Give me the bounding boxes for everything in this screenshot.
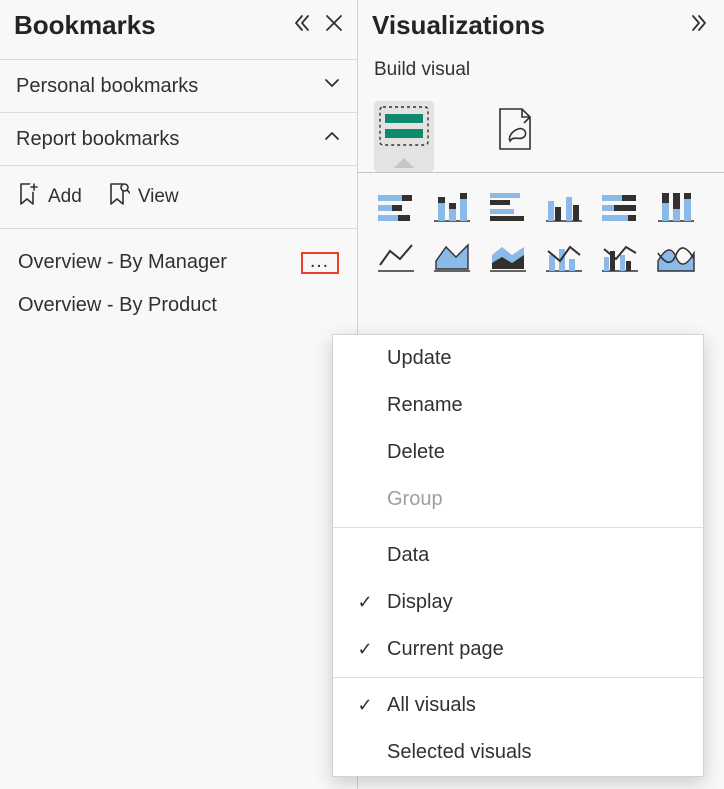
ctx-all-visuals-label: All visuals <box>387 694 476 717</box>
ctx-update[interactable]: Update <box>333 335 703 382</box>
viz-stacked-area-chart-icon[interactable] <box>486 239 530 275</box>
ctx-group-label: Group <box>387 488 443 511</box>
bookmark-item-label: Overview - By Product <box>18 294 217 317</box>
viz-clustered-bar-icon[interactable] <box>486 189 530 225</box>
check-icon: ✓ <box>353 639 377 660</box>
build-visual-icon <box>378 105 430 152</box>
bookmarks-title: Bookmarks <box>14 10 156 41</box>
ctx-rename[interactable]: Rename <box>333 382 703 429</box>
ctx-display[interactable]: ✓ Display <box>333 579 703 626</box>
close-icon[interactable] <box>325 14 343 37</box>
ctx-all-visuals[interactable]: ✓ All visuals <box>333 682 703 729</box>
bookmark-context-menu: Update Rename Delete Group Data ✓ Display… <box>332 334 704 777</box>
ctx-data-label: Data <box>387 544 429 567</box>
check-icon: ✓ <box>353 695 377 716</box>
ctx-update-label: Update <box>387 347 452 370</box>
bookmark-item[interactable]: Overview - By Product <box>4 284 353 327</box>
bookmark-actions-row: Add View <box>0 166 357 229</box>
bookmark-item-label: Overview - By Manager <box>18 251 227 274</box>
ctx-selected-visuals[interactable]: Selected visuals <box>333 729 703 776</box>
report-bookmarks-section[interactable]: Report bookmarks <box>0 113 357 166</box>
viz-area-chart-icon[interactable] <box>430 239 474 275</box>
bookmark-list: Overview - By Manager … Overview - By Pr… <box>0 229 357 339</box>
expand-icon[interactable] <box>690 13 710 38</box>
caret-down-icon <box>394 158 414 168</box>
add-bookmark-button[interactable]: Add <box>18 182 82 212</box>
chevron-up-icon <box>323 127 341 151</box>
viz-line-clustered-column-icon[interactable] <box>598 239 642 275</box>
ctx-selected-visuals-label: Selected visuals <box>387 741 532 764</box>
visualizations-header: Visualizations <box>358 0 724 59</box>
personal-bookmarks-section[interactable]: Personal bookmarks <box>0 59 357 113</box>
bookmark-view-icon <box>108 182 130 212</box>
ctx-data[interactable]: Data <box>333 532 703 579</box>
ctx-divider <box>333 677 703 678</box>
viz-stacked-column-icon[interactable] <box>430 189 474 225</box>
visualization-grid <box>358 173 724 291</box>
bookmarks-pane: Bookmarks Personal bookmarks Report book… <box>0 0 358 789</box>
format-visual-icon <box>490 105 538 158</box>
viz-100-stacked-bar-icon[interactable] <box>598 189 642 225</box>
tab-build-visual[interactable] <box>374 101 434 172</box>
view-bookmark-button[interactable]: View <box>108 182 179 212</box>
personal-bookmarks-label: Personal bookmarks <box>16 75 198 98</box>
chevron-down-icon <box>323 74 341 98</box>
collapse-icon[interactable] <box>291 13 311 38</box>
check-icon: ✓ <box>353 592 377 613</box>
report-bookmarks-label: Report bookmarks <box>16 128 179 151</box>
more-options-icon[interactable]: … <box>301 252 339 274</box>
add-label: Add <box>48 186 82 208</box>
ctx-divider <box>333 527 703 528</box>
bookmark-add-icon <box>18 182 40 212</box>
viz-line-chart-icon[interactable] <box>374 239 418 275</box>
ctx-current-page[interactable]: ✓ Current page <box>333 626 703 673</box>
ctx-delete-label: Delete <box>387 441 445 464</box>
visualizations-title: Visualizations <box>372 10 545 41</box>
ctx-group: Group <box>333 476 703 523</box>
viz-100-stacked-column-icon[interactable] <box>654 189 698 225</box>
ctx-rename-label: Rename <box>387 394 463 417</box>
tab-format-visual[interactable] <box>490 101 538 158</box>
viz-tabs <box>358 93 724 172</box>
ctx-display-label: Display <box>387 591 453 614</box>
ctx-current-page-label: Current page <box>387 638 504 661</box>
bookmark-item[interactable]: Overview - By Manager … <box>4 241 353 284</box>
bookmarks-header: Bookmarks <box>0 0 357 59</box>
viz-stacked-bar-icon[interactable] <box>374 189 418 225</box>
ctx-delete[interactable]: Delete <box>333 429 703 476</box>
view-label: View <box>138 186 179 208</box>
viz-line-stacked-column-icon[interactable] <box>542 239 586 275</box>
viz-ribbon-chart-icon[interactable] <box>654 239 698 275</box>
viz-clustered-column-icon[interactable] <box>542 189 586 225</box>
build-visual-label: Build visual <box>358 59 724 93</box>
